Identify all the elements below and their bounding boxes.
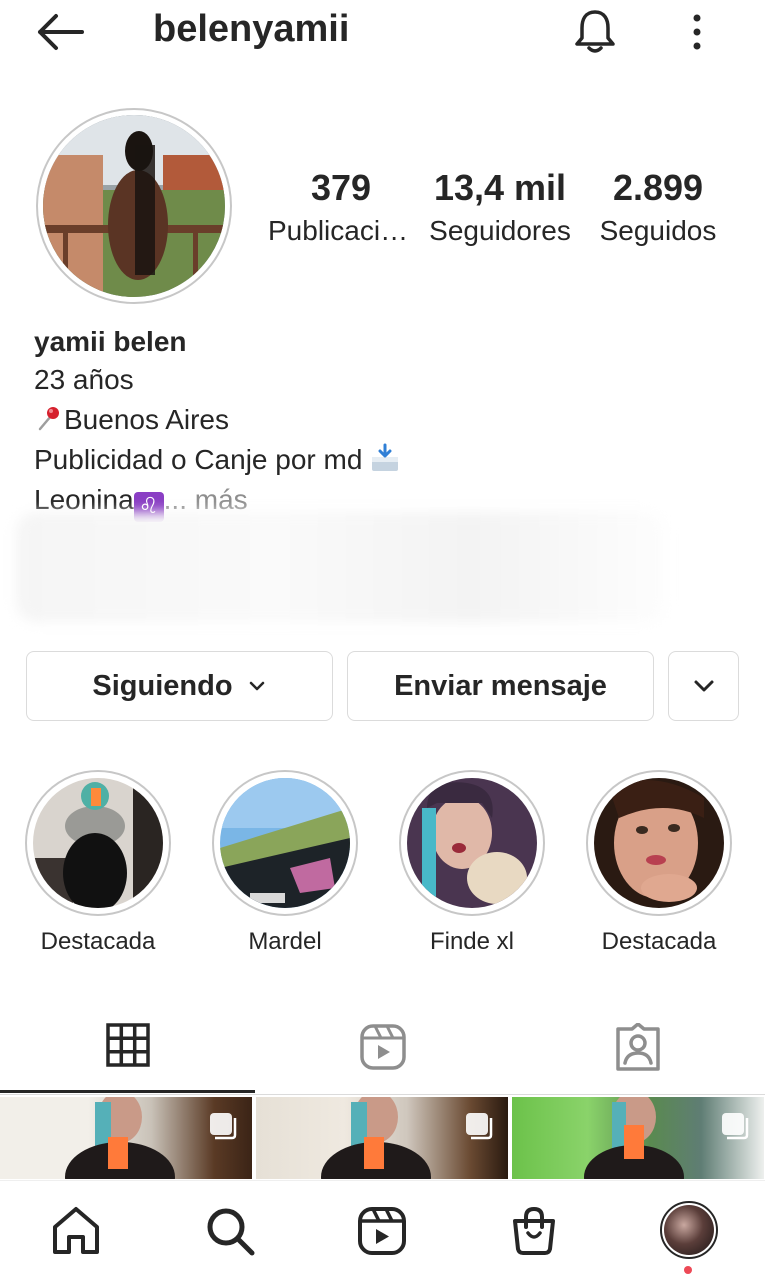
profile-content-tabs: [0, 1000, 765, 1095]
highlight-cover: [407, 778, 537, 908]
chevron-down-icon: [694, 680, 713, 692]
post-thumbnail[interactable]: [512, 1097, 764, 1179]
send-message-button[interactable]: Enviar mensaje: [347, 651, 654, 721]
blurred-bio-link: [16, 512, 666, 622]
bio-sign: Leonina: [34, 484, 134, 515]
send-message-label: Enviar mensaje: [394, 669, 607, 702]
posts-grid: [0, 1097, 765, 1179]
highlight-label: Finde xl: [429, 928, 515, 955]
following-count-label: Seguidos: [599, 215, 717, 246]
pushpin-icon: [38, 407, 59, 431]
highlight-label: Destacada: [40, 928, 156, 955]
home-icon[interactable]: [50, 1205, 102, 1257]
profile-avatar[interactable]: [36, 108, 232, 304]
reels-icon[interactable]: [356, 1205, 408, 1257]
following-button[interactable]: Siguiendo: [26, 651, 333, 721]
tab-reels[interactable]: [255, 1000, 510, 1094]
chevron-down-icon: [249, 681, 264, 691]
highlight-label: Destacada: [601, 928, 717, 955]
posts-count-value: 379: [310, 167, 372, 208]
notification-bell-icon[interactable]: [570, 6, 620, 56]
highlight-cover-ring: [586, 770, 732, 916]
search-icon[interactable]: [204, 1205, 256, 1257]
profile-photo: [43, 115, 225, 297]
inbox-tray-icon: [372, 443, 399, 471]
followers-count[interactable]: 13,4 mil Seguidores: [428, 168, 572, 247]
following-button-label: Siguiendo: [92, 669, 233, 702]
suggested-accounts-button[interactable]: [668, 651, 739, 721]
highlight-cover-ring: [25, 770, 171, 916]
highlight-cover-ring: [399, 770, 545, 916]
post-thumbnail[interactable]: [0, 1097, 252, 1179]
highlight-cover-ring: [212, 770, 358, 916]
posts-count-label: Publicaciones: [268, 215, 414, 246]
following-count-value: 2.899: [612, 167, 704, 208]
following-count[interactable]: 2.899 Seguidos: [588, 168, 728, 247]
bottom-navigation: [0, 1180, 765, 1280]
tab-posts-grid[interactable]: [0, 1000, 255, 1093]
highlight-item[interactable]: Destacada: [24, 770, 172, 956]
highlight-cover: [33, 778, 163, 908]
profile-username: belenyamii: [153, 8, 350, 50]
highlight-cover: [594, 778, 724, 908]
profile-full-name: yamii belen: [34, 326, 187, 357]
highlight-cover: [220, 778, 350, 908]
multiple-photos-icon: [210, 1113, 237, 1140]
highlight-item[interactable]: Finde xl: [398, 770, 546, 956]
followers-count-value: 13,4 mil: [433, 167, 567, 208]
highlight-item[interactable]: Destacada: [585, 770, 733, 956]
notification-dot: [684, 1266, 692, 1274]
bio-location-line: Buenos Aires: [34, 400, 734, 440]
top-bar: belenyamii: [0, 0, 765, 70]
bio-more-link[interactable]: ... más: [164, 484, 248, 515]
reels-icon: [359, 1024, 406, 1070]
post-thumbnail[interactable]: [256, 1097, 508, 1179]
bio-ads: Publicidad o Canje por md: [34, 444, 363, 475]
tab-tagged[interactable]: [510, 1000, 765, 1094]
highlight-label: Mardel: [248, 928, 322, 955]
shop-bag-icon[interactable]: [508, 1205, 560, 1257]
bio-age: 23 años: [34, 364, 134, 395]
multiple-photos-icon: [722, 1113, 749, 1140]
multiple-photos-icon: [466, 1113, 493, 1140]
back-arrow-icon[interactable]: [34, 12, 86, 52]
grid-icon: [105, 1023, 150, 1067]
bio-location: Buenos Aires: [64, 404, 229, 435]
profile-tab-avatar[interactable]: [660, 1201, 718, 1259]
highlight-item[interactable]: Mardel: [211, 770, 359, 956]
profile-bio: yamii belen 23 años Buenos Aires Publici…: [34, 324, 734, 522]
avatar: [664, 1205, 714, 1255]
posts-count: 379 Publicaciones: [268, 168, 414, 247]
followers-count-label: Seguidores: [429, 215, 571, 246]
tagged-person-icon: [615, 1023, 660, 1071]
more-options-icon[interactable]: [682, 10, 712, 54]
bio-ads-line: Publicidad o Canje por md: [34, 440, 734, 480]
